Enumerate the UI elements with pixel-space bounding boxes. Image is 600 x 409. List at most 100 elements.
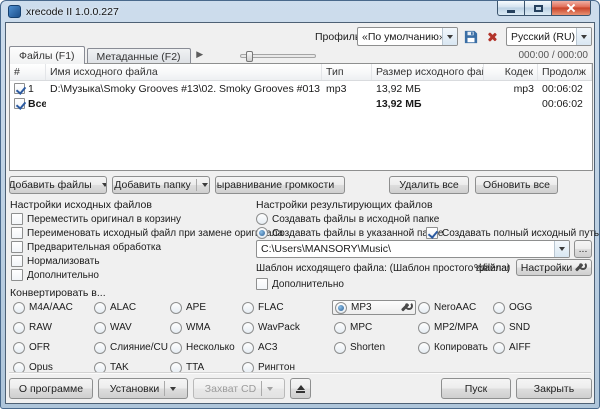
table-row[interactable]: 1 D:\Музыка\Smoky Grooves #13\02. Smoky …: [10, 81, 592, 96]
option-advanced-source[interactable]: Дополнительно: [11, 269, 99, 281]
format-ac3[interactable]: AC3: [240, 340, 332, 355]
radio-icon: [170, 302, 182, 314]
format-wavpack[interactable]: WavPack: [240, 320, 332, 335]
format-mp3[interactable]: MP3: [332, 300, 416, 315]
profile-select[interactable]: «По умолчанию»: [357, 27, 458, 46]
column-codec[interactable]: Кодек: [484, 64, 538, 80]
column-number[interactable]: #: [10, 64, 46, 80]
radio-icon: [334, 342, 346, 354]
radio-output-custom-folder[interactable]: Создавать файлы в указанной папке: [256, 227, 443, 239]
about-button[interactable]: О программе: [9, 378, 93, 399]
format-raw[interactable]: RAW: [11, 320, 92, 335]
file-table: # Имя исходного файла Тип Размер исходно…: [9, 63, 593, 171]
total-size: 13,92 МБ: [372, 98, 484, 110]
option-advanced-output[interactable]: Дополнительно: [256, 278, 344, 290]
format-merge-cue[interactable]: Слияние/CUE: [92, 340, 168, 355]
radio-icon: [256, 227, 268, 239]
format-aiff[interactable]: AIFF: [491, 340, 591, 355]
cell-source-name: D:\Музыка\Smoky Grooves #13\02. Smoky Gr…: [46, 83, 322, 95]
template-settings-button[interactable]: Настройки: [516, 259, 592, 276]
radio-icon: [94, 342, 106, 354]
radio-icon: [94, 322, 106, 334]
table-total-row[interactable]: Всего: 13,92 МБ 00:06:02: [10, 96, 592, 111]
browse-folder-button[interactable]: ...: [574, 240, 592, 258]
eject-button[interactable]: [290, 378, 311, 399]
refresh-all-button[interactable]: Обновить все: [475, 176, 558, 194]
remove-all-button[interactable]: Удалить все: [389, 176, 469, 194]
seek-slider[interactable]: [240, 54, 316, 58]
radio-output-source-folder[interactable]: Создавать файлы в исходной папке: [256, 213, 439, 225]
radio-icon: [334, 322, 346, 334]
radio-icon: [13, 322, 25, 334]
output-path-select[interactable]: C:\Users\MANSORY\Music\: [256, 240, 570, 258]
option-normalize[interactable]: Нормализовать: [11, 255, 100, 267]
option-rename-source-on-replace[interactable]: Переименовать исходный файл при замене о…: [11, 227, 283, 239]
close-icon: [566, 3, 576, 13]
checkbox-icon: [11, 269, 23, 281]
maximize-button[interactable]: [524, 1, 551, 16]
format-mp2-mpa[interactable]: MP2/MPA: [416, 320, 491, 335]
radio-icon: [335, 302, 347, 314]
tab-metadata[interactable]: Метаданные (F2): [87, 48, 191, 64]
format-ofr[interactable]: OFR: [11, 340, 92, 355]
format-shorten[interactable]: Shorten: [332, 340, 416, 355]
slider-thumb[interactable]: [246, 51, 253, 62]
format-copy[interactable]: Копировать: [416, 340, 491, 355]
column-type[interactable]: Тип: [322, 64, 372, 80]
close-window-button[interactable]: Закрыть: [516, 378, 592, 399]
xrecode-window: xrecode II 1.0.0.227 Профиль «По умолчан…: [0, 0, 600, 409]
save-profile-button[interactable]: [462, 28, 480, 46]
radio-icon: [418, 322, 430, 334]
format-flac[interactable]: FLAC: [240, 300, 332, 315]
delete-profile-button[interactable]: [483, 28, 501, 46]
option-full-source-path[interactable]: Создавать полный исходный путь: [426, 227, 599, 239]
tab-bar: Файлы (F1) Метаданные (F2): [9, 46, 193, 64]
triangle-icon: [447, 35, 453, 39]
volume-leveling-button[interactable]: Выравнивание громкости: [215, 176, 345, 194]
format-alac[interactable]: ALAC: [92, 300, 168, 315]
close-button[interactable]: [551, 1, 591, 16]
column-source-name[interactable]: Имя исходного файла: [46, 64, 322, 80]
minimize-button[interactable]: [497, 1, 524, 16]
chevron-down-icon: [202, 183, 208, 187]
language-select[interactable]: Русский (RU): [506, 27, 592, 46]
convert-title: Конвертировать в...: [10, 287, 106, 299]
chevron-down-icon: [170, 387, 176, 391]
option-move-original-to-trash[interactable]: Переместить оригинал в корзину: [11, 213, 181, 225]
add-folder-button[interactable]: Добавить папку: [112, 176, 210, 194]
options-button[interactable]: Установки: [98, 378, 188, 399]
table-header: # Имя исходного файла Тип Размер исходно…: [10, 64, 592, 81]
add-files-button[interactable]: Добавить файлы: [9, 176, 107, 194]
format-wav[interactable]: WAV: [92, 320, 168, 335]
delete-icon: [487, 32, 497, 42]
footer-separator: [9, 372, 591, 374]
chevron-down-icon[interactable]: [554, 241, 569, 257]
cell-size: 13,92 МБ: [372, 83, 484, 95]
format-multiple[interactable]: Несколько: [168, 340, 240, 355]
column-source-size[interactable]: Размер исходного файла: [372, 64, 484, 80]
format-mpc[interactable]: MPC: [332, 320, 416, 335]
format-wma[interactable]: WMA: [168, 320, 240, 335]
time-display: 000:00 / 000:00: [518, 50, 588, 61]
tab-files[interactable]: Файлы (F1): [9, 46, 85, 64]
format-neroaac[interactable]: NeroAAC: [416, 300, 491, 315]
total-checkbox[interactable]: [14, 98, 25, 109]
chevron-down-icon[interactable]: [442, 28, 457, 45]
format-ape[interactable]: APE: [168, 300, 240, 315]
checkbox-icon: [11, 227, 23, 239]
wrench-icon[interactable]: [402, 302, 413, 313]
next-button[interactable]: ▶: [196, 48, 203, 60]
template-value[interactable]: %filenar: [474, 263, 510, 274]
format-snd[interactable]: SND: [491, 320, 591, 335]
triangle-icon: [559, 247, 565, 251]
format-ogg[interactable]: OGG: [491, 300, 591, 315]
chevron-down-icon[interactable]: [576, 28, 591, 45]
start-button[interactable]: Пуск: [441, 378, 511, 399]
column-duration[interactable]: Продолж: [538, 64, 592, 80]
row-checkbox[interactable]: [14, 83, 25, 94]
profile-value: «По умолчанию»: [362, 31, 442, 43]
format-m4a-aac[interactable]: M4A/AAC: [11, 300, 92, 315]
eject-icon: [296, 385, 305, 393]
option-preprocessing[interactable]: Предварительная обработка: [11, 241, 161, 253]
radio-icon: [242, 302, 254, 314]
